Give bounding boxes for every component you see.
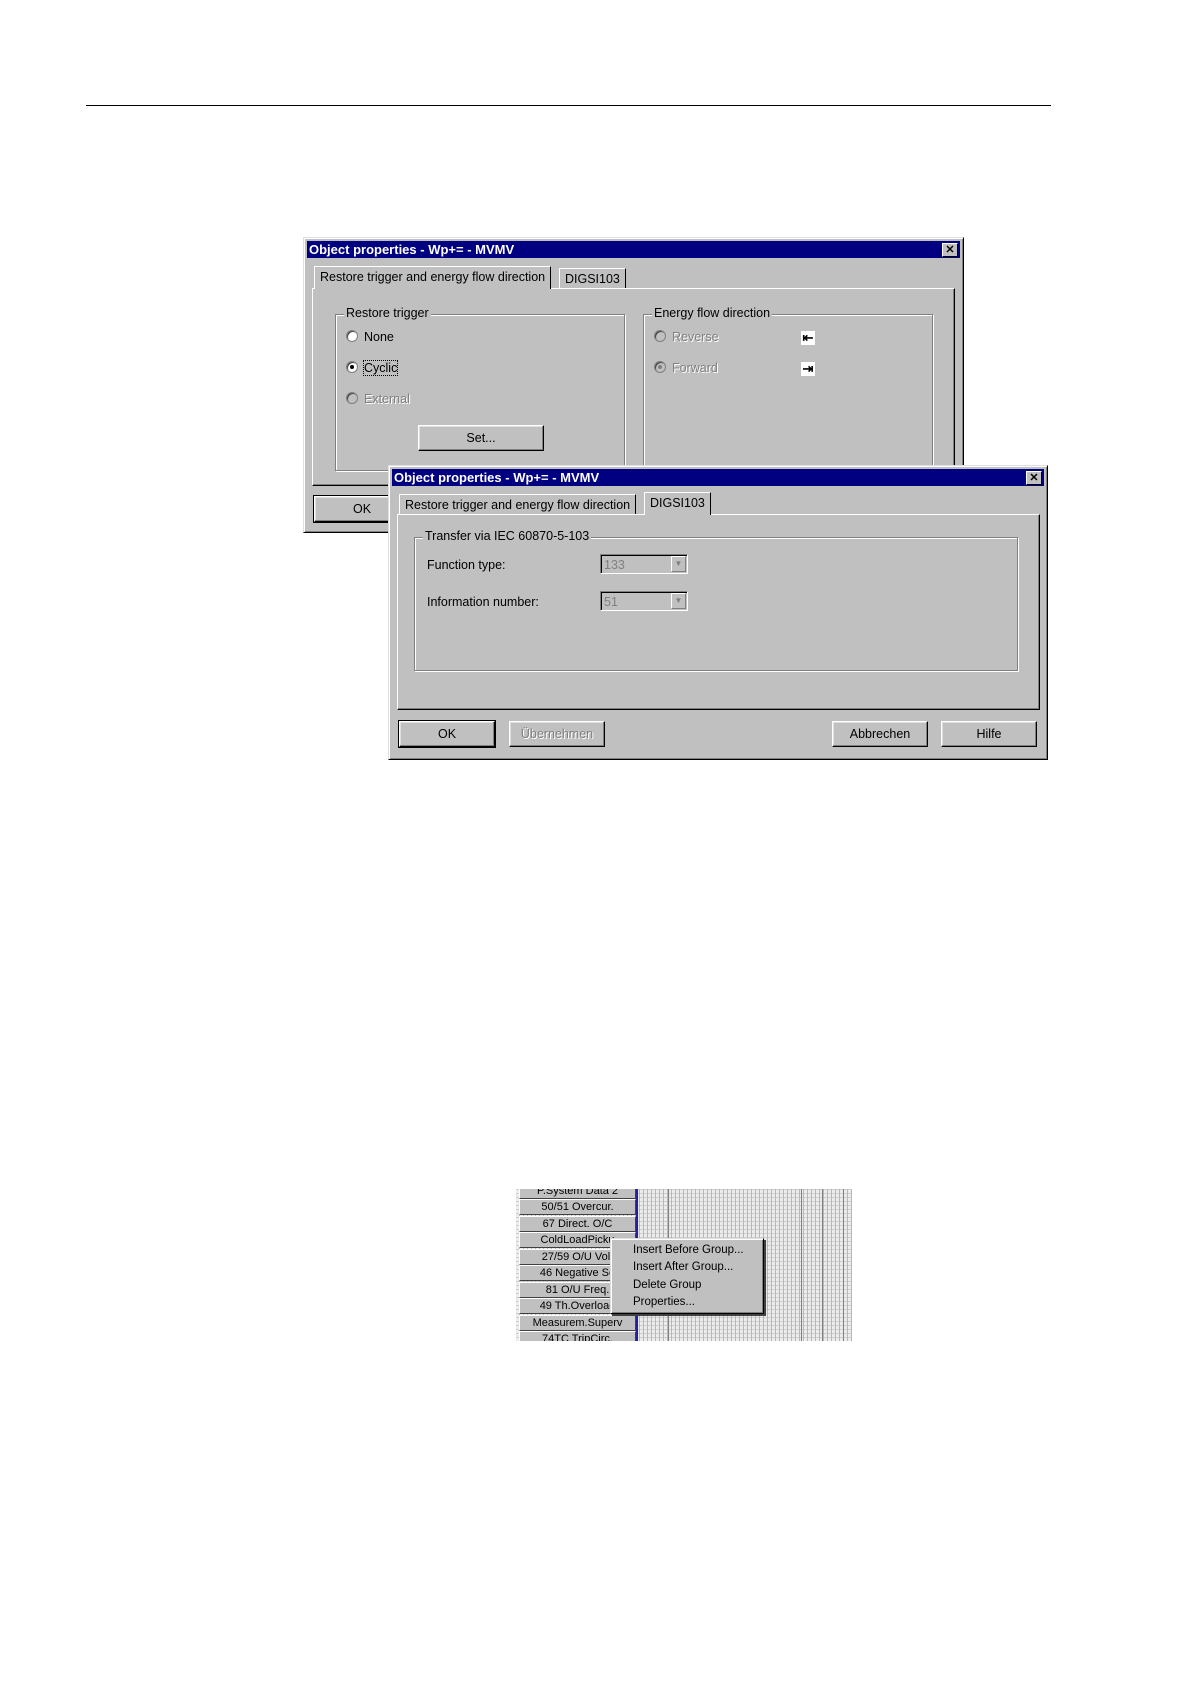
radio-reverse[interactable]: Reverse [654,330,719,344]
close-icon[interactable]: ✕ [942,243,958,257]
tab-panel: Transfer via IEC 60870-5-103 Function ty… [397,514,1040,710]
dialog-title-bar: Object properties - Wp+= - MVMV ✕ [307,241,960,258]
grid-row[interactable]: 74TC TripCirc. [519,1331,636,1341]
menu-insert-after-group[interactable]: Insert After Group... [633,1259,733,1275]
energy-flow-group: Energy flow direction Reverse ⇤ Forward … [643,306,933,471]
dialog-title-bar: Object properties - Wp+= - MVMV ✕ [392,469,1044,486]
context-menu: Insert Before Group... Insert After Grou… [610,1238,764,1314]
dialog-title: Object properties - Wp+= - MVMV [394,470,600,485]
radio-forward[interactable]: Forward [654,361,718,375]
chevron-down-icon[interactable]: ▼ [671,593,686,609]
cancel-button[interactable]: Abbrechen [832,721,928,747]
radio-forward-icon [654,361,666,373]
radio-forward-label: Forward [672,361,718,375]
object-properties-dialog-front: Object properties - Wp+= - MVMV ✕ Restor… [388,465,1048,760]
menu-insert-before-group[interactable]: Insert Before Group... [633,1242,744,1258]
radio-reverse-label: Reverse [672,330,719,344]
tab-digsi103[interactable]: DIGSI103 [559,268,626,289]
radio-cyclic[interactable]: Cyclic [346,360,399,376]
menu-properties[interactable]: Properties... [633,1294,695,1310]
information-number-value: 51 [604,595,618,609]
radio-external-icon [346,392,358,404]
grid-row[interactable]: P.System Data 2 [519,1189,636,1199]
ok-button[interactable]: OK [398,720,496,748]
forward-arrow-icon: ⇥ [801,361,815,376]
help-button[interactable]: Hilfe [941,721,1037,747]
radio-reverse-icon [654,330,666,342]
tab-restore-trigger[interactable]: Restore trigger and energy flow directio… [399,494,637,515]
radio-none-icon [346,330,358,342]
function-type-label: Function type: [427,558,506,572]
transfer-legend: Transfer via IEC 60870-5-103 [423,529,592,543]
chevron-down-icon[interactable]: ▼ [671,556,686,572]
transfer-group: Transfer via IEC 60870-5-103 Function ty… [414,529,1018,671]
grid-column-line [801,1189,802,1341]
grid-column-line [822,1189,823,1341]
dialog-title: Object properties - Wp+= - MVMV [309,242,515,257]
function-type-select[interactable]: 133 ▼ [600,554,688,574]
set-button[interactable]: Set... [418,425,544,451]
restore-trigger-group: Restore trigger None Cyclic External Set… [335,306,625,471]
tab-restore-trigger[interactable]: Restore trigger and energy flow directio… [314,266,552,289]
grid-row[interactable]: 50/51 Overcur. [519,1199,636,1215]
energy-flow-legend: Energy flow direction [652,306,773,320]
grid-row[interactable]: Measurem.Superv [519,1315,636,1331]
information-number-label: Information number: [427,595,539,609]
header-rule [86,105,1051,106]
radio-cyclic-label: Cyclic [362,360,399,376]
close-icon[interactable]: ✕ [1026,471,1042,485]
radio-external-label: External [364,392,410,406]
radio-none[interactable]: None [346,330,394,344]
radio-external[interactable]: External [346,392,410,406]
tab-panel: Restore trigger None Cyclic External Set… [312,288,955,486]
restore-trigger-legend: Restore trigger [344,306,431,320]
grid-column-line [843,1189,844,1341]
radio-none-label: None [364,330,394,344]
grid-row[interactable]: 67 Direct. O/C [519,1216,636,1232]
menu-delete-group[interactable]: Delete Group [633,1277,701,1293]
reverse-arrow-icon: ⇤ [801,330,815,345]
information-number-select[interactable]: 51 ▼ [600,591,688,611]
apply-button[interactable]: Übernehmen [509,721,605,747]
function-type-value: 133 [604,558,625,572]
radio-cyclic-icon [346,361,358,373]
tab-digsi103[interactable]: DIGSI103 [644,492,711,515]
